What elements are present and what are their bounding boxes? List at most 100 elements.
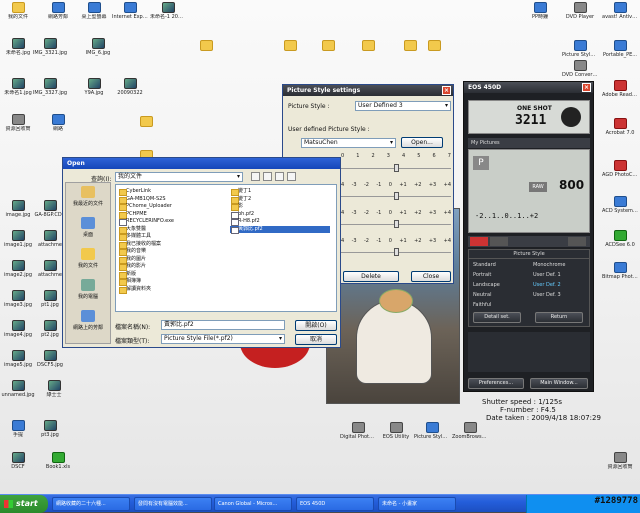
filename-input[interactable]: 黃郭比.pf2 — [161, 320, 285, 330]
pss-slider-saturation[interactable] — [341, 220, 451, 228]
desktop-icon[interactable]: Portable_PE... — [602, 40, 638, 66]
desktop-icon[interactable]: image1.jpg — [0, 230, 36, 256]
picture-style-item[interactable]: Landscape — [473, 282, 500, 288]
pss-slider-sharpness[interactable] — [341, 164, 451, 172]
raw-badge[interactable]: RAW — [529, 182, 547, 192]
desktop-icon[interactable]: Y9A.jpg — [76, 78, 112, 104]
desktop-icon[interactable]: IMG_6.jpg — [80, 38, 116, 64]
desktop-icon[interactable] — [310, 40, 346, 66]
view-menu-icon[interactable] — [287, 172, 296, 181]
file-item[interactable]: PCHPME — [118, 211, 228, 218]
desktop-icon[interactable]: image2.jpg — [0, 260, 36, 286]
file-item[interactable]: 多媒體工具 — [118, 233, 228, 241]
power-icon[interactable] — [568, 237, 586, 246]
pss-style-select[interactable]: User Defined 3 ▾ — [355, 101, 451, 111]
file-item[interactable]: 新版 — [118, 271, 228, 278]
file-item[interactable]: 我的音樂 — [118, 248, 228, 256]
pss-slider-tone[interactable] — [341, 248, 451, 256]
place-item[interactable]: 我的文件 — [66, 245, 110, 276]
picture-style-item[interactable]: User Def. 3 — [533, 292, 561, 298]
file-item[interactable]: 變丁2 — [230, 196, 330, 203]
desktop-icon[interactable]: 桌上型螢幕 — [76, 2, 112, 28]
place-item[interactable]: 桌面 — [66, 214, 110, 245]
cancel-button[interactable]: 取消 — [295, 334, 337, 345]
taskbar-item[interactable]: Canon Global - Micros... — [214, 497, 292, 511]
desktop-icon[interactable]: 我的文件 — [0, 2, 36, 28]
file-item[interactable]: PChome_Uploader — [118, 203, 228, 211]
desktop-icon[interactable]: 網路 — [40, 114, 76, 140]
pss-close-button[interactable]: Close — [411, 271, 451, 282]
close-icon[interactable]: × — [582, 83, 591, 92]
picture-style-item[interactable]: User Def. 1 — [533, 272, 561, 278]
detail-set-button[interactable]: Detail set. — [473, 312, 521, 323]
p-mode-icon[interactable]: P — [473, 156, 489, 170]
desktop-icon[interactable] — [350, 40, 386, 66]
desktop-icon[interactable] — [128, 116, 164, 142]
close-icon[interactable]: × — [442, 86, 451, 95]
file-item[interactable]: CyberLink — [118, 188, 228, 196]
desktop-icon[interactable]: IMG_3321.jpg — [32, 38, 68, 64]
desktop-icon[interactable] — [188, 40, 224, 66]
desktop-icon[interactable]: DVD Player — [562, 2, 598, 28]
desktop-icon[interactable]: 手提 — [0, 420, 36, 446]
desktop-icon[interactable]: image4.jpg — [0, 320, 36, 346]
desktop-icon[interactable]: DSCF — [0, 452, 36, 478]
desktop-icon[interactable]: 未命名1.jpg — [0, 78, 36, 104]
picture-style-item[interactable]: Neutral — [473, 292, 491, 298]
desktop-icon[interactable]: EOS Utility — [378, 422, 414, 448]
place-item[interactable]: 我的電腦 — [66, 276, 110, 307]
desktop-icon[interactable]: ZoomBrowser EX — [452, 422, 488, 448]
desktop-icon[interactable]: image3.jpg — [0, 290, 36, 316]
main-window-button[interactable]: Main Window... — [530, 378, 588, 389]
slider-knob[interactable] — [394, 164, 399, 172]
preferences-button[interactable]: Preferences... — [468, 378, 524, 389]
file-item[interactable]: 大象雙醫 — [118, 226, 228, 233]
desktop-icon[interactable]: Adobe Reader 7.0 — [602, 80, 638, 106]
desktop-icon[interactable]: Picture Style Editor — [414, 422, 450, 448]
picture-style-item[interactable]: Faithful — [473, 302, 491, 308]
file-item[interactable]: RECYCLERINFO.exe — [118, 218, 228, 226]
file-item[interactable]: R-H8.pf2 — [230, 218, 330, 226]
camera-icon[interactable] — [470, 237, 488, 246]
up-folder-icon[interactable] — [263, 172, 272, 181]
desktop-icon[interactable] — [272, 40, 308, 66]
taskbar-item[interactable]: 未命名 - 小畫家 — [378, 497, 456, 511]
taskbar-item[interactable]: 網路收藏的二十六種... — [52, 497, 130, 511]
eos-folder-bar[interactable]: My Pictures — [468, 138, 590, 148]
desktop-icon[interactable]: 綠士士 — [36, 380, 72, 406]
desktop-icon[interactable]: image.jpg — [0, 200, 36, 226]
desktop-icon[interactable]: 未命名.jpg — [0, 38, 36, 64]
pss-slider-contrast[interactable] — [341, 192, 451, 200]
file-item[interactable]: 相簿簿 — [118, 278, 228, 286]
desktop-icon[interactable]: 20090322 — [112, 78, 148, 104]
eos-title-bar[interactable]: EOS 450D × — [464, 82, 593, 93]
desktop-icon[interactable]: 網路芳鄰 — [40, 2, 76, 28]
picture-style-item[interactable]: Portrait — [473, 272, 491, 278]
file-item[interactable]: 變丁1 — [230, 188, 330, 196]
file-item[interactable]: 影 — [230, 203, 330, 211]
desktop-icon[interactable]: ACDSee 6.0 — [602, 230, 638, 256]
slider-knob[interactable] — [394, 248, 399, 256]
file-item[interactable]: 黃郭比.pf2 — [230, 225, 330, 233]
new-folder-icon[interactable] — [275, 172, 284, 181]
file-list[interactable]: CyberLink GA-MB1QM-S2S PChome_Uploader PCHP… — [115, 184, 337, 312]
dial-icon[interactable] — [561, 107, 581, 127]
desktop-icon[interactable]: Acrobat 7.0 — [602, 118, 638, 144]
settings-icon[interactable] — [490, 237, 508, 246]
desktop-icon[interactable]: image5.jpg — [0, 350, 36, 376]
filetype-select[interactable]: Picture Style File(*.pf2) ▾ — [161, 334, 285, 344]
pss-title-bar[interactable]: Picture Style settings × — [283, 85, 453, 96]
file-item[interactable]: 我已接收的檔案 — [118, 241, 228, 248]
exposure-scale[interactable]: -2..1..0..1..+2 — [475, 212, 538, 220]
pss-open-button[interactable]: Open... — [401, 137, 443, 148]
file-item[interactable]: 解讀資料夾 — [118, 286, 228, 293]
desktop-icon[interactable]: DSCF5.jpg — [32, 350, 68, 376]
back-icon[interactable] — [251, 172, 260, 181]
desktop-icon[interactable]: PP時鐘 — [522, 2, 558, 28]
desktop-icon[interactable]: unnamed.jpg — [0, 380, 36, 406]
desktop-icon[interactable]: 未命名-1 2009/2/27 — [150, 2, 186, 28]
desktop-icon[interactable]: AGD PhotoCa... — [602, 160, 638, 186]
start-button[interactable]: start — [0, 495, 48, 513]
desktop-icon[interactable]: Book1.xls — [40, 452, 76, 478]
picture-style-item[interactable]: User Def. 2 — [533, 282, 561, 288]
